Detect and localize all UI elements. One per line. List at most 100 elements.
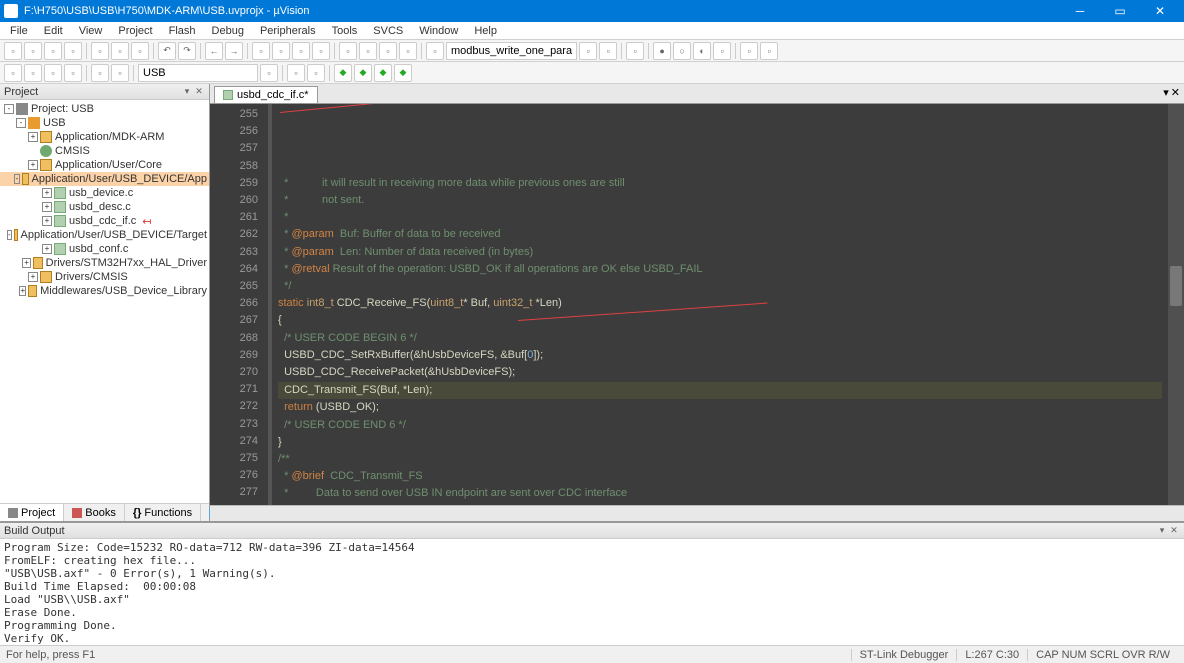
find-next-button[interactable]: ▫: [599, 42, 617, 60]
rebuild-button[interactable]: ▫: [44, 64, 62, 82]
tb-green1-button[interactable]: ◆: [334, 64, 352, 82]
tb-green3-button[interactable]: ◆: [374, 64, 392, 82]
project-bottom-tabs: Project Books {}Functions Templates: [0, 503, 209, 521]
menu-project[interactable]: Project: [110, 24, 160, 38]
bp-kill-button[interactable]: ▫: [713, 42, 731, 60]
batch-build-button[interactable]: ▫: [64, 64, 82, 82]
bookmark-prev-button[interactable]: ▫: [272, 42, 290, 60]
project-panel-title: Project: [4, 86, 38, 98]
build-button[interactable]: ▫: [24, 64, 42, 82]
tab-functions[interactable]: {}Functions: [125, 504, 201, 521]
nav-fwd-button[interactable]: →: [225, 42, 243, 60]
tree-file-usbdevice[interactable]: +usb_device.c: [0, 186, 209, 200]
tb-green4-button[interactable]: ◆: [394, 64, 412, 82]
find-prev-button[interactable]: ▫: [579, 42, 597, 60]
menu-edit[interactable]: Edit: [36, 24, 71, 38]
bookmark-clear-button[interactable]: ▫: [312, 42, 330, 60]
translate-button[interactable]: ▫: [4, 64, 22, 82]
build-output-text[interactable]: Program Size: Code=15232 RO-data=712 RW-…: [0, 539, 1184, 645]
annotation-line-1: [280, 104, 738, 113]
tree-file-usbdconf[interactable]: +usbd_conf.c: [0, 242, 209, 256]
window-button[interactable]: ▫: [740, 42, 758, 60]
menu-file[interactable]: File: [2, 24, 36, 38]
build-output-title: Build Output: [4, 525, 65, 537]
tree-group-drvcmsis[interactable]: +Drivers/CMSIS: [0, 270, 209, 284]
new-button[interactable]: ▫: [4, 42, 22, 60]
menu-view[interactable]: View: [71, 24, 111, 38]
bp-enable-button[interactable]: ○: [673, 42, 691, 60]
cut-button[interactable]: ▫: [91, 42, 109, 60]
stop-build-button[interactable]: ▫: [91, 64, 109, 82]
find-combo[interactable]: modbus_write_one_para: [446, 42, 577, 60]
target-combo[interactable]: USB: [138, 64, 258, 82]
config-button[interactable]: ▫: [760, 42, 778, 60]
panel-pin-icon[interactable]: ▾: [181, 86, 193, 98]
maximize-button[interactable]: ▭: [1100, 0, 1140, 22]
minimize-button[interactable]: ─: [1060, 0, 1100, 22]
undo-button[interactable]: ↶: [158, 42, 176, 60]
project-panel: Project ▾ ✕ -Project: USB -USB +Applicat…: [0, 84, 210, 521]
build-close-icon[interactable]: ✕: [1168, 525, 1180, 537]
panel-close-icon[interactable]: ✕: [193, 86, 205, 98]
bookmark-button[interactable]: ▫: [252, 42, 270, 60]
outdent-button[interactable]: ▫: [359, 42, 377, 60]
manage-button[interactable]: ▫: [287, 64, 305, 82]
tree-group-core[interactable]: +Application/User/Core: [0, 158, 209, 172]
tb-green2-button[interactable]: ◆: [354, 64, 372, 82]
tree-group-cmsis[interactable]: CMSIS: [0, 144, 209, 158]
project-tree[interactable]: -Project: USB -USB +Application/MDK-ARM …: [0, 100, 209, 503]
tree-target[interactable]: -USB: [0, 116, 209, 130]
project-panel-header[interactable]: Project ▾ ✕: [0, 84, 209, 100]
build-toolbar: ▫ ▫ ▫ ▫ ▫ ▫ USB ▫ ▫ ▫ ◆ ◆ ◆ ◆: [0, 62, 1184, 84]
tab-project[interactable]: Project: [0, 504, 64, 521]
build-output-header[interactable]: Build Output ▾ ✕: [0, 523, 1184, 539]
tree-file-usbddesc[interactable]: +usbd_desc.c: [0, 200, 209, 214]
editor-tab-menu-icon[interactable]: ▾: [1163, 86, 1169, 99]
status-cursor-pos: L:267 C:30: [956, 649, 1027, 661]
bookmark-next-button[interactable]: ▫: [292, 42, 310, 60]
copy-button[interactable]: ▫: [111, 42, 129, 60]
find-button[interactable]: ▫: [426, 42, 444, 60]
download-button[interactable]: ▫: [111, 64, 129, 82]
target-options-button[interactable]: ▫: [260, 64, 278, 82]
bp-insert-button[interactable]: ●: [653, 42, 671, 60]
menu-tools[interactable]: Tools: [324, 24, 366, 38]
code-editor[interactable]: * it will result in receiving more data …: [272, 104, 1168, 505]
menu-debug[interactable]: Debug: [204, 24, 252, 38]
tree-file-usbdcdcif[interactable]: +usbd_cdc_if.c↤: [0, 214, 209, 228]
build-pin-icon[interactable]: ▾: [1156, 525, 1168, 537]
bp-disable-button[interactable]: ◐: [693, 42, 711, 60]
tree-group-usbtarget[interactable]: -Application/User/USB_DEVICE/Target: [0, 228, 209, 242]
build-output-panel: Build Output ▾ ✕ Program Size: Code=1523…: [0, 521, 1184, 645]
tab-books[interactable]: Books: [64, 504, 125, 521]
editor-tab-active[interactable]: usbd_cdc_if.c*: [214, 86, 318, 103]
tree-project-root[interactable]: -Project: USB: [0, 102, 209, 116]
editor-hscroll[interactable]: [210, 505, 1184, 521]
tree-group-usbapp[interactable]: -Application/User/USB_DEVICE/App: [0, 172, 209, 186]
editor-vscroll[interactable]: [1168, 104, 1184, 505]
status-indicators: CAP NUM SCRL OVR R/W: [1027, 649, 1178, 661]
nav-back-button[interactable]: ←: [205, 42, 223, 60]
paste-button[interactable]: ▫: [131, 42, 149, 60]
menu-peripherals[interactable]: Peripherals: [252, 24, 324, 38]
redo-button[interactable]: ↷: [178, 42, 196, 60]
line-gutter[interactable]: 2552562572582592602612622632642652662672…: [210, 104, 272, 505]
menu-help[interactable]: Help: [466, 24, 505, 38]
debug-button[interactable]: ▫: [626, 42, 644, 60]
menu-flash[interactable]: Flash: [161, 24, 204, 38]
packs-button[interactable]: ▫: [307, 64, 325, 82]
uncomment-button[interactable]: ▫: [399, 42, 417, 60]
indent-button[interactable]: ▫: [339, 42, 357, 60]
tree-group-mdkarm[interactable]: +Application/MDK-ARM: [0, 130, 209, 144]
editor-tab-close-icon[interactable]: ✕: [1171, 86, 1180, 99]
status-debugger: ST-Link Debugger: [851, 649, 957, 661]
close-button[interactable]: ✕: [1140, 0, 1180, 22]
menu-window[interactable]: Window: [411, 24, 466, 38]
comment-button[interactable]: ▫: [379, 42, 397, 60]
saveall-button[interactable]: ▫: [64, 42, 82, 60]
menu-svcs[interactable]: SVCS: [365, 24, 411, 38]
tree-group-hal[interactable]: +Drivers/STM32H7xx_HAL_Driver: [0, 256, 209, 270]
open-button[interactable]: ▫: [24, 42, 42, 60]
tree-group-middleware[interactable]: +Middlewares/USB_Device_Library: [0, 284, 209, 298]
save-button[interactable]: ▫: [44, 42, 62, 60]
